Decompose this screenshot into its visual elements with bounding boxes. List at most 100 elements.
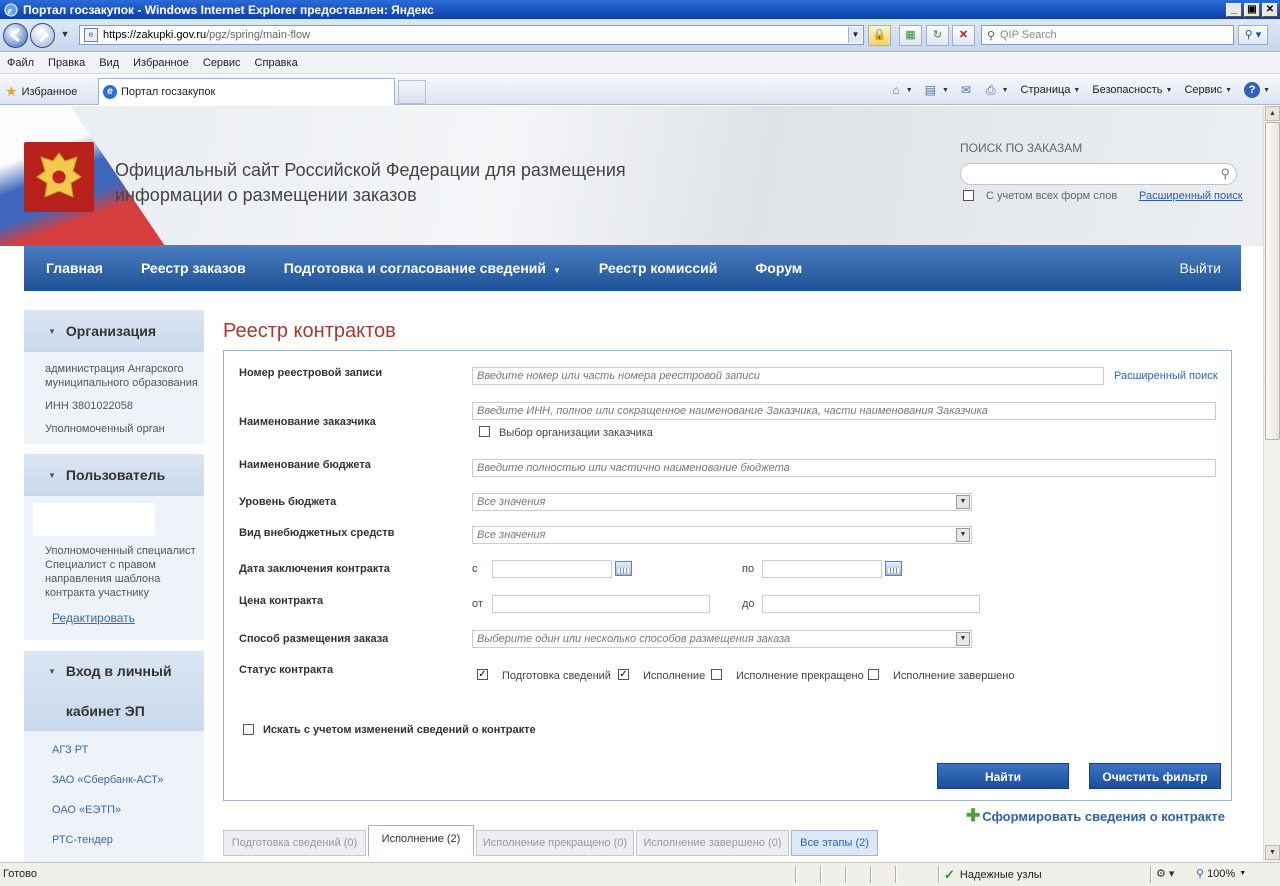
help-button[interactable]: ? ▼ — [1244, 82, 1270, 98]
security-zone[interactable]: ✓ Надежные узлы — [944, 867, 1042, 883]
svg-text:e: e — [8, 6, 13, 17]
ep-link-sberbank[interactable]: ЗАО «Сбербанк-АСТ» — [52, 774, 164, 786]
menu-tools[interactable]: Сервис — [196, 57, 248, 69]
date-from-input[interactable] — [492, 560, 612, 578]
refresh-icon[interactable]: ↻ — [926, 25, 949, 46]
status-label-terminated: Исполнение прекращено — [736, 670, 864, 682]
menu-file[interactable]: Файл — [0, 57, 41, 69]
status-checkbox-terminated[interactable] — [711, 669, 722, 680]
changes-label: Искать с учетом изменений сведений о кон… — [263, 724, 536, 736]
status-checkbox-execution[interactable]: ✓ — [618, 669, 629, 680]
coat-of-arms-icon — [24, 142, 94, 212]
browser-tab-active[interactable]: e Портал госзакупок — [98, 78, 395, 105]
ep-link-rts[interactable]: РТС-тендер — [52, 834, 113, 846]
page-menu[interactable]: Страница ▼ — [1021, 84, 1081, 96]
mail-button[interactable]: ✉ — [961, 83, 974, 97]
scroll-thumb[interactable] — [1265, 122, 1280, 440]
safety-menu[interactable]: Безопасность ▼ — [1092, 84, 1172, 96]
menu-favorites[interactable]: Избранное — [126, 57, 196, 69]
scroll-down-icon[interactable]: ▼ — [1265, 845, 1280, 860]
sidebar-org-header[interactable]: ▼ Организация — [24, 310, 204, 352]
favorites-button[interactable]: ★ Избранное — [5, 83, 77, 100]
close-window-button[interactable]: ✕ — [1262, 2, 1278, 17]
header-advanced-search-link[interactable]: Расширенный поиск — [1139, 190, 1243, 202]
scroll-up-icon[interactable]: ▲ — [1265, 106, 1280, 121]
tab-execution[interactable]: Исполнение (2) — [368, 825, 474, 857]
dropdown-arrow-icon[interactable]: ▼ — [956, 495, 970, 509]
nav-orders-registry[interactable]: Реестр заказов — [122, 260, 265, 276]
compatibility-icon[interactable]: ▦ — [899, 25, 922, 46]
tab-all-stages[interactable]: Все этапы (2) — [791, 830, 878, 856]
print-button[interactable]: ⎙ ▼ — [986, 83, 1009, 98]
clear-filter-button[interactable]: Очистить фильтр — [1089, 763, 1221, 789]
user-name-redacted — [33, 503, 155, 536]
changes-checkbox[interactable] — [243, 724, 254, 735]
stop-icon[interactable]: ✕ — [952, 25, 975, 46]
dropdown-arrow-icon[interactable]: ▼ — [956, 632, 970, 646]
tab-preparation[interactable]: Подготовка сведений (0) — [223, 830, 366, 856]
search-icon[interactable]: ⚲ — [1220, 166, 1230, 182]
back-button[interactable] — [3, 23, 28, 48]
zoom-control[interactable]: ⚲ 100% ▼ — [1196, 867, 1246, 881]
status-checkbox-completed[interactable] — [868, 669, 879, 680]
edit-user-link[interactable]: Редактировать — [52, 611, 135, 625]
registry-number-input[interactable]: Введите номер или часть номера реестрово… — [472, 367, 1104, 385]
ep-link-eetp[interactable]: ОАО «ЕЭТП» — [52, 804, 121, 816]
address-dropdown-icon[interactable]: ▼ — [848, 27, 862, 43]
dropdown-arrow-icon[interactable]: ▼ — [956, 528, 970, 542]
zoom-icon: ⚲ — [1196, 868, 1205, 880]
customer-input[interactable]: Введите ИНН, полное или сокращенное наим… — [472, 402, 1216, 420]
search-go-button[interactable]: ⚲ ▾ — [1238, 25, 1268, 45]
feeds-button[interactable]: ▤ ▼ — [925, 83, 949, 97]
status-tabs: Подготовка сведений (0) Исполнение (2) И… — [223, 823, 1232, 862]
search-input[interactable]: ⚲ QIP Search — [981, 25, 1234, 45]
sidebar-org-title: Организация — [65, 323, 156, 339]
nav-home[interactable]: Главная — [24, 260, 122, 276]
wordforms-label: С учетом всех форм слов — [986, 190, 1118, 202]
calendar-icon[interactable] — [615, 561, 632, 576]
maximize-button[interactable]: ▣ — [1244, 2, 1260, 17]
budget-level-select[interactable]: Все значения ▼ — [472, 493, 972, 511]
history-dropdown-icon[interactable]: ▼ — [58, 29, 72, 41]
address-input[interactable]: e https://zakupki.gov.ru/pgz/spring/main… — [79, 25, 864, 45]
menu-bar: Файл Правка Вид Избранное Сервис Справка — [0, 53, 1280, 74]
sidebar-ep-header[interactable]: ▼ Вход в личный кабинет ЭП — [24, 651, 204, 731]
price-to-input[interactable] — [762, 595, 980, 613]
budget-label: Наименование бюджета — [239, 459, 371, 471]
advanced-search-link[interactable]: Расширенный поиск — [1114, 370, 1218, 382]
price-from-input[interactable] — [492, 595, 710, 613]
nav-preparation[interactable]: Подготовка и согласование сведений ▼ — [265, 260, 580, 276]
protected-mode-icon[interactable]: ⚙ ▾ — [1156, 867, 1174, 880]
date-to-input[interactable] — [762, 560, 882, 578]
home-icon: ⌂ — [892, 83, 900, 97]
choose-customer-checkbox[interactable] — [479, 426, 490, 437]
method-select[interactable]: Выберите один или несколько способов раз… — [472, 630, 972, 648]
tab-terminated[interactable]: Исполнение прекращено (0) — [476, 830, 634, 856]
offbudget-select[interactable]: Все значения ▼ — [472, 526, 972, 544]
vertical-scrollbar[interactable]: ▲ ▼ — [1263, 106, 1280, 862]
nav-forum[interactable]: Форум — [736, 260, 821, 276]
status-divider — [895, 866, 897, 883]
home-button[interactable]: ⌂ ▼ — [892, 83, 912, 97]
menu-edit[interactable]: Правка — [41, 57, 92, 69]
ep-link-agz[interactable]: АГЗ РТ — [52, 744, 88, 756]
budget-input[interactable]: Введите полностью или частично наименова… — [472, 459, 1216, 477]
tools-menu[interactable]: Сервис ▼ — [1184, 84, 1232, 96]
find-button[interactable]: Найти — [937, 763, 1069, 789]
logout-link[interactable]: Выйти — [1161, 260, 1241, 276]
status-checkbox-preparation[interactable]: ✓ — [477, 669, 488, 680]
menu-help[interactable]: Справка — [248, 57, 305, 69]
new-tab-button[interactable] — [398, 80, 426, 104]
user-roles: Уполномоченный специалист Специалист с п… — [45, 545, 196, 599]
order-search-input[interactable]: ⚲ — [960, 163, 1237, 185]
favorites-bar: ★ Избранное e Портал госзакупок ⌂ ▼ ▤ ▼ ✉ … — [0, 75, 1280, 105]
calendar-icon[interactable] — [885, 561, 902, 576]
tab-completed[interactable]: Исполнение завершено (0) — [636, 830, 789, 856]
wordforms-checkbox[interactable] — [963, 190, 974, 201]
sidebar-user-header[interactable]: ▼ Пользователь — [24, 454, 204, 496]
nav-commissions[interactable]: Реестр комиссий — [580, 260, 736, 276]
forward-button[interactable] — [30, 23, 55, 48]
menu-view[interactable]: Вид — [92, 57, 126, 69]
minimize-button[interactable]: _ — [1226, 2, 1242, 17]
lock-icon[interactable]: 🔒 — [868, 25, 891, 46]
